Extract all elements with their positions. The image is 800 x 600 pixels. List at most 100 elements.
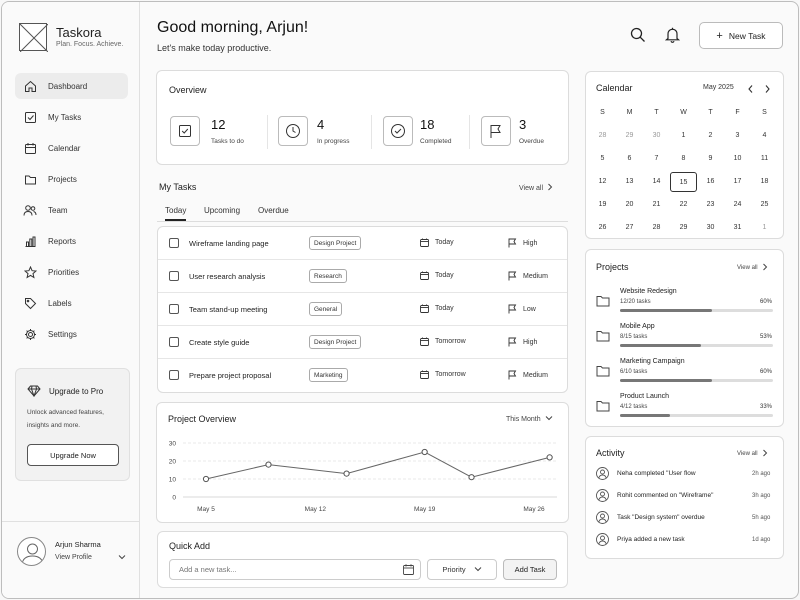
- calendar-day[interactable]: 23: [697, 195, 724, 215]
- calendar-day[interactable]: 29: [616, 126, 643, 146]
- projects-view-all-link[interactable]: View all: [737, 263, 768, 273]
- table-row[interactable]: Create style guide Design Project Tomorr…: [158, 326, 567, 359]
- project-name: Marketing Campaign: [620, 358, 685, 365]
- calendar-day-today[interactable]: 15: [670, 172, 697, 192]
- task-tag: Design Project: [309, 335, 362, 349]
- calendar-day[interactable]: 3: [724, 126, 751, 146]
- task-checkbox[interactable]: [169, 304, 179, 314]
- calendar-day[interactable]: 26: [589, 218, 616, 238]
- calendar-day[interactable]: 28: [643, 218, 670, 238]
- calendar-day[interactable]: 22: [670, 195, 697, 215]
- activity-view-all-link[interactable]: View all: [737, 449, 768, 459]
- sidebar-item-projects[interactable]: Projects: [15, 166, 128, 192]
- list-item[interactable]: Task "Design system" overdue 5h ago: [586, 509, 798, 531]
- view-profile-link[interactable]: View Profile: [55, 554, 92, 561]
- calendar-day[interactable]: 16: [697, 172, 724, 192]
- list-item[interactable]: Mobile App 8/15 tasks 53%: [586, 320, 798, 355]
- calendar-day[interactable]: 6: [616, 149, 643, 169]
- project-progress-fill: [620, 344, 702, 347]
- sidebar-item-labels[interactable]: Labels: [15, 290, 128, 316]
- table-row[interactable]: Prepare project proposal Marketing Tomor…: [158, 359, 567, 392]
- task-checkbox[interactable]: [169, 238, 179, 248]
- range-dropdown[interactable]: This Month: [506, 415, 553, 423]
- sidebar-item-label: Settings: [48, 329, 77, 339]
- table-row[interactable]: Team stand-up meeting General Today Low: [158, 293, 567, 326]
- chevron-down-icon[interactable]: [118, 547, 126, 565]
- sidebar-item-my-tasks[interactable]: My Tasks: [15, 104, 128, 130]
- calendar-day[interactable]: 31: [724, 218, 751, 238]
- tab-overdue[interactable]: Overdue: [258, 206, 289, 215]
- chart-x-tick-label: May 26: [523, 506, 545, 513]
- project-task-count: 8/15 tasks: [620, 334, 648, 340]
- tab-upcoming[interactable]: Upcoming: [204, 206, 240, 215]
- plus-icon: +: [716, 29, 723, 42]
- calendar-day[interactable]: 2: [697, 126, 724, 146]
- quick-add-input[interactable]: Add a new task...: [169, 559, 421, 580]
- calendar-day[interactable]: 9: [697, 149, 724, 169]
- calendar-day[interactable]: 17: [724, 172, 751, 192]
- sidebar-item-team[interactable]: Team: [15, 197, 128, 223]
- list-item[interactable]: Product Launch 4/12 tasks 33%: [586, 390, 798, 425]
- stat-label-tasks-to-do: Tasks to do: [211, 138, 244, 145]
- bell-icon[interactable]: [664, 27, 681, 48]
- sidebar-item-dashboard[interactable]: Dashboard: [15, 73, 128, 99]
- calendar-day[interactable]: 8: [670, 149, 697, 169]
- list-item[interactable]: Rohit commented on "Wireframe" 3h ago: [586, 487, 798, 509]
- task-checkbox[interactable]: [169, 337, 179, 347]
- calendar-day[interactable]: 25: [751, 195, 778, 215]
- add-task-button[interactable]: Add Task: [503, 559, 557, 580]
- task-checkbox[interactable]: [169, 271, 179, 281]
- table-row[interactable]: User research analysis Research Today Me…: [158, 260, 567, 293]
- upgrade-now-button[interactable]: Upgrade Now: [27, 444, 119, 466]
- calendar-day[interactable]: 13: [616, 172, 643, 192]
- calendar-day[interactable]: 24: [724, 195, 751, 215]
- chevron-left-icon[interactable]: [747, 81, 754, 99]
- calendar-day[interactable]: 14: [643, 172, 670, 192]
- list-item[interactable]: Priya added a new task 1d ago: [586, 531, 798, 553]
- activity-text: Neha completed "User flow: [617, 470, 696, 477]
- calendar-day[interactable]: 1: [670, 126, 697, 146]
- priority-select[interactable]: Priority: [427, 559, 497, 580]
- chevron-down-icon: [474, 565, 482, 574]
- calendar-day[interactable]: 7: [643, 149, 670, 169]
- list-item[interactable]: Marketing Campaign 6/10 tasks 60%: [586, 355, 798, 390]
- calendar-day[interactable]: 11: [751, 149, 778, 169]
- chevron-right-icon[interactable]: [764, 81, 771, 99]
- calendar-day[interactable]: 21: [643, 195, 670, 215]
- task-list: Wireframe landing page Design Project To…: [157, 226, 568, 393]
- calendar-day[interactable]: 12: [589, 172, 616, 192]
- calendar-day[interactable]: 30: [643, 126, 670, 146]
- list-item[interactable]: Neha completed "User flow 2h ago: [586, 465, 798, 487]
- sidebar-item-priorities[interactable]: Priorities: [15, 259, 128, 285]
- calendar-day[interactable]: 4: [751, 126, 778, 146]
- calendar-day[interactable]: 20: [616, 195, 643, 215]
- calendar-day[interactable]: 29: [670, 218, 697, 238]
- calendar-icon: [23, 141, 37, 155]
- calendar-icon: [420, 238, 429, 247]
- sidebar-item-reports[interactable]: Reports: [15, 228, 128, 254]
- new-task-button[interactable]: + New Task: [699, 22, 783, 49]
- projects-title: Projects: [596, 262, 629, 272]
- calendar-icon[interactable]: [403, 564, 414, 577]
- task-checkbox[interactable]: [169, 370, 179, 380]
- calendar-day[interactable]: 19: [589, 195, 616, 215]
- sidebar-item-calendar[interactable]: Calendar: [15, 135, 128, 161]
- avatar: [596, 489, 609, 507]
- calendar-icon: [420, 304, 429, 313]
- upgrade-text: Unlock advanced features, insights and m…: [27, 409, 104, 429]
- calendar-day[interactable]: 18: [751, 172, 778, 192]
- sidebar-item-settings[interactable]: Settings: [15, 321, 128, 347]
- calendar-day[interactable]: 1: [751, 218, 778, 238]
- profile-section[interactable]: Arjun Sharma View Profile: [2, 521, 139, 598]
- calendar-day[interactable]: 5: [589, 149, 616, 169]
- table-row[interactable]: Wireframe landing page Design Project To…: [158, 227, 567, 260]
- calendar-day[interactable]: 28: [589, 126, 616, 146]
- search-icon[interactable]: [630, 27, 646, 48]
- tab-today[interactable]: Today: [165, 206, 187, 221]
- list-item[interactable]: Website Redesign 12/20 tasks 60%: [586, 285, 798, 320]
- calendar-day[interactable]: 10: [724, 149, 751, 169]
- check-circle-icon: [383, 116, 413, 146]
- calendar-day[interactable]: 30: [697, 218, 724, 238]
- my-tasks-view-all-link[interactable]: View all: [519, 183, 553, 193]
- calendar-day[interactable]: 27: [616, 218, 643, 238]
